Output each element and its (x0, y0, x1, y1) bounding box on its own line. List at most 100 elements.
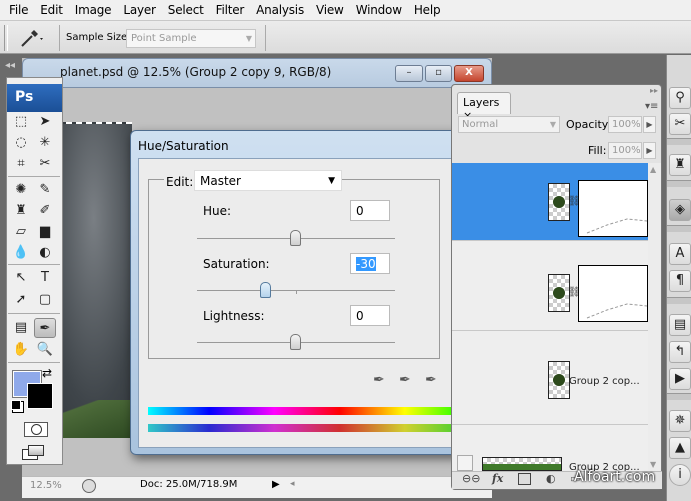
link-layers-icon[interactable]: ⊖⊖ (462, 472, 480, 485)
saturation-input[interactable]: -30 (350, 253, 390, 274)
tool-preset-picker[interactable] (18, 28, 46, 48)
menu-file[interactable]: File (3, 3, 34, 17)
layer-row[interactable]: Group 2 cop... (452, 425, 648, 473)
tool-eraser[interactable]: ▱ (10, 222, 32, 242)
options-separator (265, 25, 266, 51)
tool-gradient[interactable]: ▆ (34, 222, 56, 242)
tool-zoom[interactable]: 🔍 (34, 340, 56, 360)
eyedropper-tool-button[interactable]: ✒ (373, 372, 389, 390)
tool-lasso[interactable]: ◌ (10, 133, 32, 153)
character-icon[interactable]: A (669, 243, 691, 265)
panel-menu-icon[interactable]: ▾≡ (645, 101, 658, 112)
layers-dock-icon[interactable]: ◈ (669, 199, 691, 221)
dock-separator (667, 180, 691, 187)
history-icon[interactable]: ↰ (669, 341, 691, 363)
close-button[interactable]: X (454, 65, 484, 82)
opacity-input[interactable]: 100% (608, 116, 642, 133)
menu-image[interactable]: Image (69, 3, 118, 17)
menu-view[interactable]: View (310, 3, 350, 17)
tool-blur[interactable]: 💧 (10, 243, 32, 263)
menu-select[interactable]: Select (162, 3, 210, 17)
navigator-icon[interactable]: ✵ (669, 410, 691, 432)
toolbox-separator (8, 362, 60, 363)
tool-hand[interactable]: ✋ (10, 340, 32, 360)
tool-dodge[interactable]: ◐ (34, 243, 56, 263)
collapse-toolbox-icon[interactable]: ◂◂ (5, 60, 15, 71)
scroll-down-icon[interactable]: ▼ (650, 460, 656, 469)
menu-analysis[interactable]: Analysis (250, 3, 310, 17)
tool-presets-icon[interactable]: ✂ (669, 113, 691, 135)
adjustment-layer-icon[interactable]: ◐ (546, 472, 556, 485)
blend-mode-select[interactable]: Normal ▼ (458, 116, 560, 133)
tool-brush[interactable]: ✎ (34, 180, 56, 200)
menu-window[interactable]: Window (350, 3, 408, 17)
tool-crop[interactable]: ⌗ (10, 154, 32, 174)
histogram-icon[interactable]: ▲ (669, 437, 691, 459)
status-menu-icon[interactable] (82, 479, 96, 493)
layer-row[interactable]: ⛓ (452, 163, 648, 241)
sample-size-select[interactable]: Point Sample ▼ (126, 29, 256, 48)
menu-layer[interactable]: Layer (117, 3, 161, 17)
tool-eyedropper[interactable]: ✒ (34, 318, 56, 338)
fill-slider-arrow[interactable]: ▶ (643, 142, 656, 159)
info-panel-icon[interactable]: ▤ (669, 314, 691, 336)
opacity-slider-arrow[interactable]: ▶ (643, 116, 656, 133)
tool-path-select[interactable]: ➚ (10, 290, 32, 310)
menu-help[interactable]: Help (408, 3, 447, 17)
actions-icon[interactable]: ▶ (669, 368, 691, 390)
layers-scrollbar[interactable]: ▲ ▼ (648, 163, 661, 471)
screen-mode-button[interactable] (22, 445, 48, 461)
info-icon[interactable]: i (669, 464, 691, 486)
move-icon: ➤ (39, 114, 51, 129)
default-colors-icon[interactable] (11, 400, 21, 410)
add-to-sample-button[interactable]: ✒ (399, 372, 415, 390)
tool-shape[interactable]: ▢ (34, 290, 56, 310)
tool-type[interactable]: T (34, 268, 56, 288)
layers-tab[interactable]: Layers × (457, 92, 511, 122)
tool-healing[interactable]: ✺ (10, 180, 32, 200)
tool-pen[interactable]: ↖ (10, 268, 32, 288)
status-arrow-icon[interactable]: ▶ (272, 479, 280, 490)
hue-slider-thumb[interactable] (290, 230, 301, 246)
lightness-input[interactable]: 0 (350, 305, 390, 326)
options-bar: Sample Size: Point Sample ▼ (0, 20, 691, 54)
lightness-slider-thumb[interactable] (290, 334, 301, 350)
tool-slice[interactable]: ✂ (34, 154, 56, 174)
scroll-left-icon[interactable]: ◂ (290, 479, 295, 489)
fx-icon[interactable]: fx (492, 472, 503, 485)
layer-row[interactable]: ⛓ (452, 241, 648, 331)
visibility-toggle[interactable] (457, 455, 473, 471)
hue-input[interactable]: 0 (350, 200, 390, 221)
quick-mask-button[interactable] (24, 422, 48, 437)
layer-row[interactable]: Group 2 cop... (452, 331, 648, 425)
eyedropper-icon: ✒ (373, 372, 385, 388)
menu-edit[interactable]: Edit (34, 3, 68, 17)
menu-filter[interactable]: Filter (210, 3, 251, 17)
clone-source-icon[interactable]: ♜ (669, 154, 691, 176)
minimize-button[interactable]: – (395, 65, 423, 82)
brushes-icon[interactable]: ⚲ (669, 87, 691, 109)
layers-tab-label: Layers (463, 96, 500, 109)
ps-logo[interactable]: Ps (7, 84, 62, 112)
edit-select[interactable]: Master ▼ (194, 170, 342, 191)
tool-marquee[interactable]: ⬚ (10, 112, 32, 132)
add-mask-icon[interactable] (518, 473, 531, 485)
layer-mask-thumbnail[interactable] (578, 180, 648, 237)
fill-input[interactable]: 100% (608, 142, 642, 159)
zoom-field[interactable]: 12.5% (30, 478, 70, 495)
collapse-panel-icon[interactable]: ▸▸ (650, 86, 658, 95)
layer-mask-thumbnail[interactable] (578, 265, 648, 322)
paragraph-icon[interactable]: ¶ (669, 270, 691, 292)
tool-history-brush[interactable]: ✐ (34, 201, 56, 221)
tool-stamp[interactable]: ♜ (10, 201, 32, 221)
background-color-swatch[interactable] (27, 383, 53, 409)
scroll-up-icon[interactable]: ▲ (650, 165, 656, 174)
saturation-slider-thumb[interactable] (260, 282, 271, 298)
maximize-button[interactable]: ▫ (425, 65, 452, 82)
options-bar-grip[interactable] (4, 25, 8, 51)
tool-move[interactable]: ➤ (34, 112, 56, 132)
tool-magic-wand[interactable]: ✳ (34, 133, 56, 153)
swap-colors-icon[interactable]: ⇄ (42, 366, 52, 380)
subtract-from-sample-button[interactable]: ✒ (425, 372, 441, 390)
tool-notes[interactable]: ▤ (10, 318, 32, 338)
